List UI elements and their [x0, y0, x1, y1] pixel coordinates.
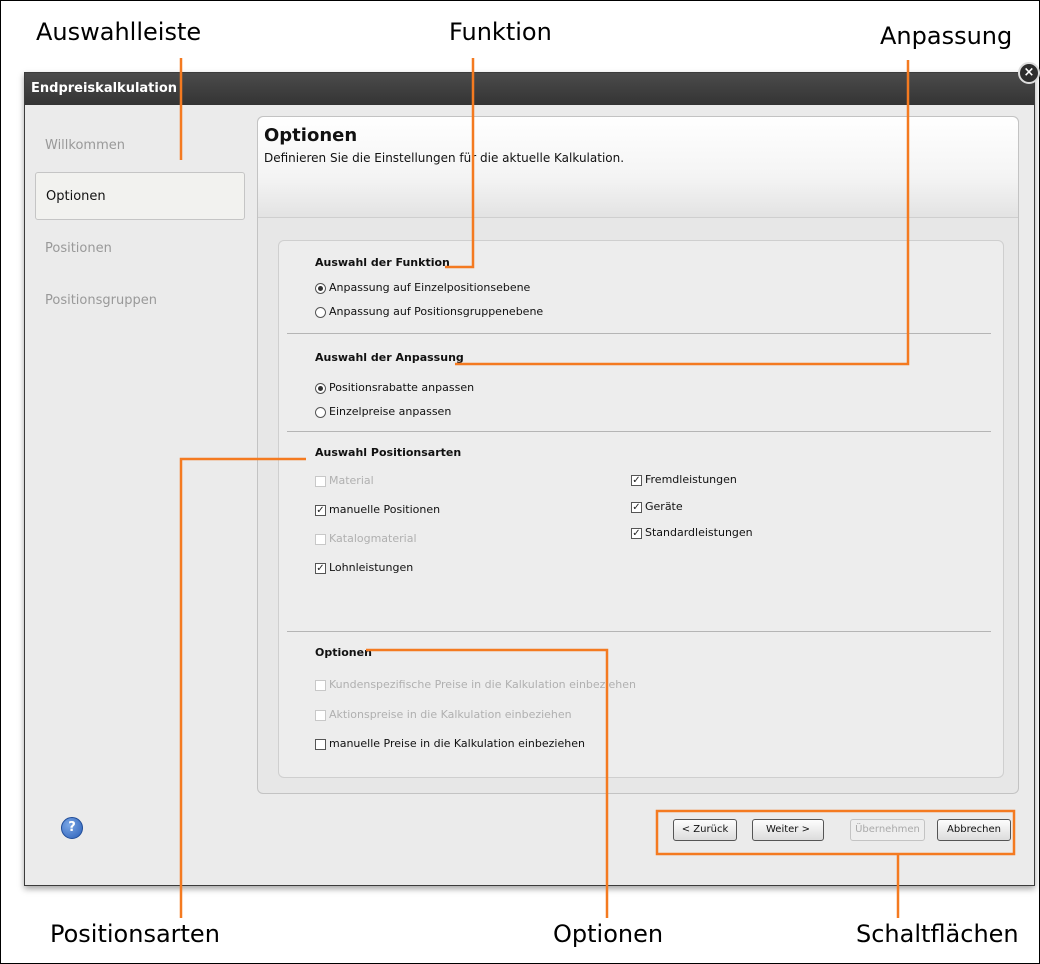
dialog-window: Endpreiskalkulation Willkommen Optionen … — [24, 72, 1035, 886]
sidebar-item-positionsgruppen[interactable]: Positionsgruppen — [35, 277, 245, 325]
page-header: Optionen Definieren Sie die Einstellunge… — [258, 117, 1018, 218]
checkbox-unchecked-icon — [315, 679, 326, 691]
checkbox-unchecked-icon — [315, 709, 326, 721]
checkbox-geraete[interactable]: ✓ Geräte — [631, 500, 683, 514]
options-panel: Auswahl der Funktion Anpassung auf Einze… — [278, 240, 1004, 778]
radio-einzelpositionsebene[interactable]: Anpassung auf Einzelpositionsebene — [315, 281, 530, 295]
callout-schaltflaechen: Schaltflächen — [856, 920, 1019, 948]
callout-funktion: Funktion — [449, 18, 552, 46]
checkbox-aktionspreise[interactable]: Aktionspreise in die Kalkulation einbezi… — [315, 708, 572, 722]
help-icon[interactable]: ? — [61, 817, 83, 839]
checkbox-manuelle-positionen[interactable]: ✓ manuelle Positionen — [315, 503, 440, 517]
section-title-positionsarten: Auswahl Positionsarten — [315, 446, 462, 459]
back-button[interactable]: < Zurück — [673, 819, 737, 841]
checkbox-label: Kundenspezifische Preise in die Kalkulat… — [329, 678, 636, 691]
radio-selected-icon — [315, 382, 326, 394]
separator — [287, 333, 991, 334]
checkbox-unchecked-icon — [315, 738, 326, 750]
sidebar-item-positionen[interactable]: Positionen — [35, 225, 245, 273]
separator — [287, 431, 991, 432]
next-button[interactable]: Weiter > — [752, 819, 824, 841]
cancel-button[interactable]: Abbrechen — [937, 819, 1011, 841]
section-title-optionen: Optionen — [315, 646, 372, 659]
checkbox-label: Lohnleistungen — [329, 561, 414, 574]
checkbox-standardleistungen[interactable]: ✓ Standardleistungen — [631, 526, 753, 540]
checkbox-label: Aktionspreise in die Kalkulation einbezi… — [329, 708, 572, 721]
checkbox-lohnleistungen[interactable]: ✓ Lohnleistungen — [315, 561, 413, 575]
checkbox-kundenspezifische-preise[interactable]: Kundenspezifische Preise in die Kalkulat… — [315, 678, 636, 692]
sidebar-item-optionen[interactable]: Optionen — [35, 172, 245, 220]
checkbox-label: Standardleistungen — [645, 526, 753, 539]
content-area: Optionen Definieren Sie die Einstellunge… — [257, 116, 1019, 794]
radio-einzelpreise[interactable]: Einzelpreise anpassen — [315, 405, 451, 419]
sidebar-item-willkommen[interactable]: Willkommen — [35, 122, 245, 170]
radio-positionsrabatte[interactable]: Positionsrabatte anpassen — [315, 381, 474, 395]
radio-unselected-icon — [315, 306, 326, 318]
callout-auswahlleiste: Auswahlleiste — [36, 18, 202, 46]
callout-anpassung: Anpassung — [880, 22, 1013, 50]
checkbox-checked-icon: ✓ — [315, 504, 326, 516]
page-title: Optionen — [264, 125, 358, 146]
close-icon[interactable]: × — [1018, 62, 1040, 84]
checkbox-checked-icon: ✓ — [631, 527, 642, 539]
checkbox-fremdleistungen[interactable]: ✓ Fremdleistungen — [631, 473, 737, 487]
radio-label: Anpassung auf Positionsgruppenebene — [329, 305, 544, 318]
section-title-funktion: Auswahl der Funktion — [315, 256, 450, 269]
checkbox-label: manuelle Positionen — [329, 503, 441, 516]
radio-positionsgruppenebene[interactable]: Anpassung auf Positionsgruppenebene — [315, 305, 543, 319]
radio-label: Einzelpreise anpassen — [329, 405, 452, 418]
checkbox-label: Geräte — [645, 500, 683, 513]
separator — [287, 631, 991, 632]
checkbox-label: Fremdleistungen — [645, 473, 737, 486]
checkbox-unchecked-icon — [315, 475, 326, 487]
page-subtitle: Definieren Sie die Einstellungen für die… — [264, 151, 625, 165]
checkbox-manuelle-preise[interactable]: manuelle Preise in die Kalkulation einbe… — [315, 737, 585, 751]
callout-optionen: Optionen — [553, 920, 664, 948]
callout-positionsarten: Positionsarten — [50, 920, 220, 948]
radio-label: Positionsrabatte anpassen — [329, 381, 475, 394]
checkbox-label: Material — [329, 474, 374, 487]
section-title-anpassung: Auswahl der Anpassung — [315, 351, 464, 364]
checkbox-checked-icon: ✓ — [631, 501, 642, 513]
apply-button[interactable]: Übernehmen — [850, 819, 925, 841]
radio-unselected-icon — [315, 406, 326, 418]
checkbox-unchecked-icon — [315, 533, 326, 545]
checkbox-checked-icon: ✓ — [315, 562, 326, 574]
checkbox-material[interactable]: Material — [315, 474, 374, 488]
radio-selected-icon — [315, 282, 326, 294]
radio-label: Anpassung auf Einzelpositionsebene — [329, 281, 531, 294]
checkbox-label: Katalogmaterial — [329, 532, 417, 545]
checkbox-checked-icon: ✓ — [631, 474, 642, 486]
window-title: Endpreiskalkulation — [25, 73, 1034, 105]
checkbox-katalogmaterial[interactable]: Katalogmaterial — [315, 532, 417, 546]
checkbox-label: manuelle Preise in die Kalkulation einbe… — [329, 737, 585, 750]
